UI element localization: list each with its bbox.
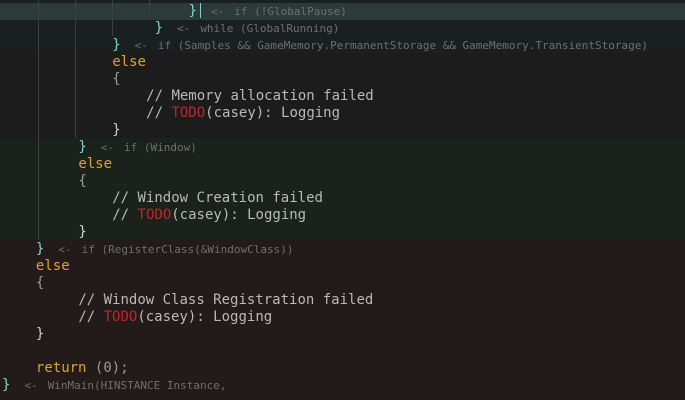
todo-marker: TODO xyxy=(171,105,206,121)
punctuation-token: ); xyxy=(111,360,129,376)
code-line[interactable]: return (0); xyxy=(36,360,129,377)
brace-token: } xyxy=(112,122,121,138)
todo-marker: TODO xyxy=(103,309,138,325)
code-line[interactable]: } <- WinMain(HINSTANCE Instance, xyxy=(2,377,227,394)
brace-token: } xyxy=(78,139,87,155)
scope-annotation: if (Window) xyxy=(124,141,197,154)
code-line[interactable]: else xyxy=(78,156,112,173)
scope-annotation: if (Samples && GameMemory.PermanentStora… xyxy=(157,39,648,52)
comment-token: (casey): Logging xyxy=(137,309,273,325)
scope-arrow: <- xyxy=(100,141,114,154)
scope-annotation: if (RegisterClass(&WindowClass)) xyxy=(81,243,294,256)
comment-token: // Window Creation failed xyxy=(112,190,323,206)
comment-token: // Window Class Registration failed xyxy=(78,292,374,308)
scope-arrow: <- xyxy=(210,5,225,18)
comment-token: // xyxy=(112,207,138,223)
brace-token: } xyxy=(2,377,11,393)
code-line[interactable]: } <- if (RegisterClass(&WindowClass)) xyxy=(36,241,294,258)
brace-token: } xyxy=(35,241,45,257)
brace-token: { xyxy=(35,275,45,291)
brace-token: { xyxy=(112,71,121,87)
indent-guide xyxy=(112,0,113,36)
comment-token: (casey): Logging xyxy=(205,105,341,121)
scope-arrow: <- xyxy=(58,243,72,256)
brace-token: { xyxy=(78,173,87,189)
code-line[interactable]: { xyxy=(78,173,86,190)
code-line[interactable]: } xyxy=(112,122,120,139)
code-line[interactable]: } <- if (!GlobalPause) xyxy=(189,3,347,20)
keyword-token: return xyxy=(35,360,87,376)
code-line[interactable]: // Memory allocation failed xyxy=(146,88,374,105)
code-line[interactable]: else xyxy=(112,54,146,71)
code-line[interactable]: } <- if (Window) xyxy=(78,139,197,156)
scope-annotation: if (!GlobalPause) xyxy=(234,5,347,18)
code-line[interactable]: // TODO(casey): Logging xyxy=(112,207,306,224)
brace-token: } xyxy=(78,224,87,240)
scope-arrow: <- xyxy=(134,39,148,52)
scope-annotation: while (GlobalRunning) xyxy=(200,22,340,35)
comment-token: // xyxy=(146,105,172,121)
code-line[interactable]: else xyxy=(36,258,70,275)
text-cursor xyxy=(199,3,201,18)
keyword-token: else xyxy=(112,54,146,70)
brace-token: } xyxy=(35,326,45,342)
punctuation-token: ( xyxy=(86,360,104,376)
scope-annotation: WinMain(HINSTANCE Instance, xyxy=(47,379,227,392)
comment-token: // xyxy=(78,309,104,325)
brace-token: } xyxy=(154,20,164,36)
code-line[interactable]: { xyxy=(36,275,44,292)
brace-token: } xyxy=(188,3,197,19)
code-editor[interactable]: } <- if (!GlobalPause)} <- while (GlobalRunn… xyxy=(0,0,685,400)
number-token: 0 xyxy=(103,360,112,376)
indent-guide xyxy=(149,0,150,18)
keyword-token: else xyxy=(78,156,113,172)
code-line[interactable]: // Window Creation failed xyxy=(112,190,323,207)
scope-arrow: <- xyxy=(177,22,191,35)
code-line[interactable]: } <- while (GlobalRunning) xyxy=(155,20,340,37)
indent-guide xyxy=(38,0,39,240)
code-line[interactable]: } xyxy=(36,326,44,343)
code-line[interactable]: } <- if (Samples && GameMemory.PermanentSt… xyxy=(112,37,648,54)
todo-marker: TODO xyxy=(137,207,172,223)
code-line[interactable]: { xyxy=(112,71,120,88)
comment-token: (casey): Logging xyxy=(171,207,307,223)
scope-arrow: <- xyxy=(24,379,38,392)
brace-token: } xyxy=(112,37,121,53)
code-line[interactable]: // TODO(casey): Logging xyxy=(146,105,340,122)
indent-guide xyxy=(75,0,76,138)
comment-token: // Memory allocation failed xyxy=(146,88,374,104)
code-line[interactable]: // TODO(casey): Logging xyxy=(78,309,272,326)
code-line[interactable]: // Window Class Registration failed xyxy=(78,292,373,309)
code-line[interactable]: } xyxy=(78,224,86,241)
keyword-token: else xyxy=(35,258,70,274)
